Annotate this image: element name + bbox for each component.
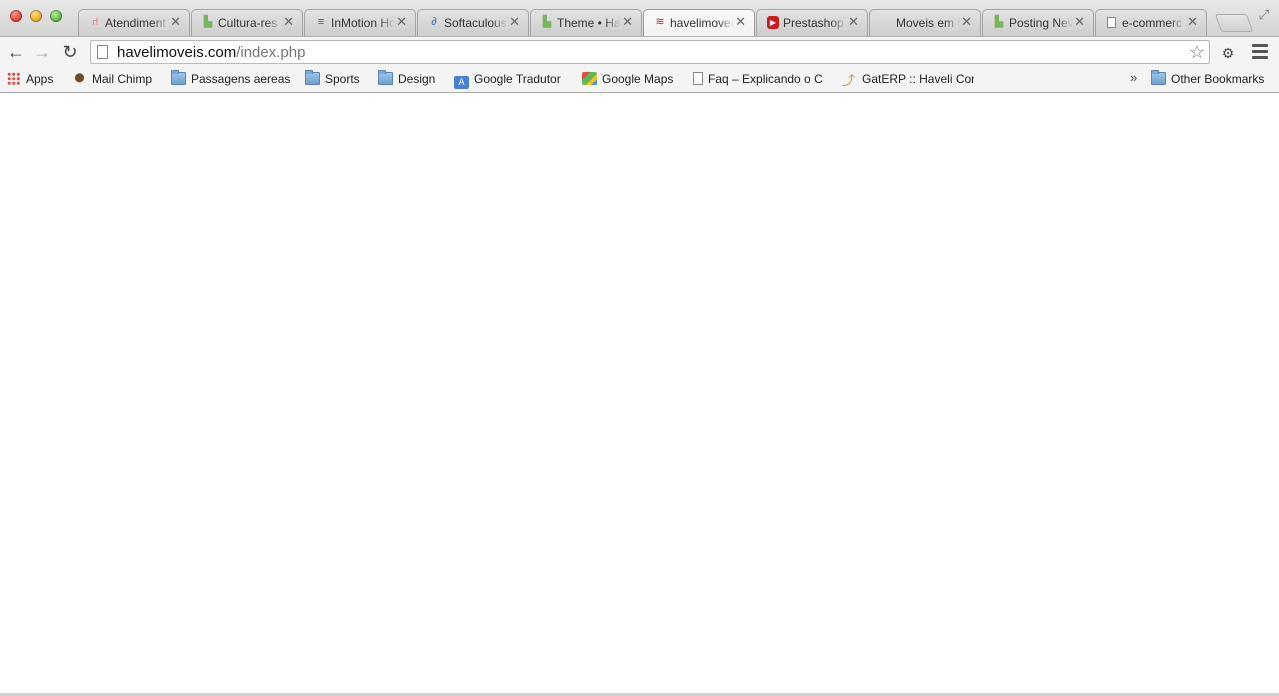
gaterp-icon: ⤴ [842,73,856,88]
haveli-icon: ≋ [655,16,665,28]
close-tab-icon[interactable]: ✕ [170,14,181,29]
tab-label: Moveis em I [896,16,960,30]
bookmark-apps[interactable]: Apps [7,71,53,89]
tab-theme[interactable]: ▙ Theme • Ha ✕ [530,9,642,36]
youtube-icon: ▶ [767,16,779,29]
tab-posting[interactable]: ▙ Posting Nev ✕ [982,9,1094,36]
bookmark-passagens[interactable]: Passagens aereas [171,70,291,89]
fullscreen-icon[interactable]: ⤢ [1259,7,1269,23]
mailchimp-icon [72,72,87,85]
zoom-window-button[interactable] [50,10,62,22]
bookmark-sports[interactable]: Sports [305,70,360,89]
back-arrow-icon[interactable]: ← [6,42,26,62]
tab-prestashop[interactable]: ▶ Prestashop ✕ [756,9,868,36]
close-tab-icon[interactable]: ✕ [1074,14,1085,29]
bookmark-label: Faq – Explicando o C [708,72,823,86]
other-bookmarks[interactable]: Other Bookmarks [1151,70,1265,89]
bookmark-google-tradutor[interactable]: A Google Tradutor [454,71,561,89]
page-icon [1107,17,1116,28]
tab-label: e-commerc [1122,16,1186,30]
tab-label: Atendiment [105,16,169,30]
bookmark-faq[interactable]: Faq – Explicando o C [693,71,823,89]
softaculous-icon: ∂ [431,16,437,28]
tab-label: Theme • Ha [557,16,621,30]
minimize-window-button[interactable] [30,10,42,22]
new-tab-button[interactable] [1214,14,1254,32]
bookmark-gaterp[interactable]: ⤴ GatERP :: Haveli Con [842,71,974,89]
tab-label: Cultura-res [218,16,282,30]
tab-cultura[interactable]: ▙ Cultura-res ✕ [191,9,303,36]
shopify-bag-icon: ▙ [203,16,213,28]
bookmark-label: Google Tradutor [474,72,561,86]
title-bar: ⑁ Atendiment ✕ ▙ Cultura-res ✕ ≡ InMotio… [0,0,1279,36]
tab-inmotion[interactable]: ≡ InMotion Ho ✕ [304,9,416,36]
inmotion-icon: ≡ [317,16,325,28]
bookmark-google-maps[interactable]: Google Maps [582,71,673,89]
close-tab-icon[interactable]: ✕ [961,14,972,29]
extension-icon[interactable]: ⚙ [1219,45,1237,61]
tab-strip: ⑁ Atendiment ✕ ▙ Cultura-res ✕ ≡ InMotio… [78,9,1248,36]
tab-softaculous[interactable]: ∂ Softaculous ✕ [417,9,529,36]
shopify-bag-icon: ▙ [994,16,1004,28]
close-tab-icon[interactable]: ✕ [509,14,520,29]
close-tab-icon[interactable]: ✕ [1187,14,1198,29]
bookmarks-bar: Apps Mail Chimp Passagens aereas Sports … [0,67,1279,93]
browser-toolbar: ← → ↻ havelimoveis.com/index.php ☆ ⚙ [0,36,1279,68]
maps-icon [582,72,597,85]
close-tab-icon[interactable]: ✕ [622,14,633,29]
tab-havelimoveis[interactable]: ≋ havelimovei ✕ [643,9,755,36]
tab-moveis[interactable]: Moveis em I ✕ [869,9,981,36]
bookmark-label: Apps [26,72,54,86]
bookmarks-overflow-chevron-icon[interactable]: » [1130,70,1137,85]
tab-label: Prestashop [783,16,847,30]
tab-label: Softaculous [444,16,507,30]
folder-icon [1151,70,1166,85]
bookmark-label: Sports [325,72,360,86]
bookmark-label: Google Maps [602,72,674,86]
bookmark-star-icon[interactable]: ☆ [1189,42,1205,63]
reload-icon[interactable]: ↻ [60,42,80,62]
folder-icon [378,70,393,85]
tab-label: havelimovei [670,16,734,30]
chrome-menu-icon[interactable] [1252,44,1268,60]
close-tab-icon[interactable]: ✕ [735,14,746,29]
folder-icon [305,70,320,85]
translate-icon: A [454,76,469,89]
tab-atendimento[interactable]: ⑁ Atendiment ✕ [78,9,190,36]
folder-icon [171,70,186,85]
tab-ecommerce[interactable]: e-commerc ✕ [1095,9,1207,36]
bookmark-label: GatERP :: Haveli Con [862,72,974,86]
apps-grid-icon [7,72,20,85]
close-window-button[interactable] [10,10,22,22]
page-content [0,93,1279,694]
bookmark-label: Design [398,72,436,86]
chair-icon: ⑁ [91,16,99,28]
bookmark-label: Mail Chimp [92,72,153,86]
bookmark-mailchimp[interactable]: Mail Chimp [72,71,152,89]
bookmark-label: Passagens aereas [191,72,291,86]
close-tab-icon[interactable]: ✕ [396,14,407,29]
url-domain: havelimoveis.com [117,44,237,61]
close-tab-icon[interactable]: ✕ [848,14,859,29]
bookmark-label: Other Bookmarks [1171,72,1265,86]
tab-label: InMotion Ho [331,16,395,30]
page-icon [97,45,108,59]
shopify-bag-icon: ▙ [542,16,552,28]
address-bar[interactable]: havelimoveis.com/index.php ☆ [90,40,1210,64]
forward-arrow-icon[interactable]: → [32,42,52,62]
blank-icon [880,16,892,29]
tab-label: Posting Nev [1009,16,1073,30]
url-path: /index.php [236,44,306,61]
bookmark-design[interactable]: Design [378,70,436,89]
url-text[interactable]: havelimoveis.com/index.php [117,44,305,61]
close-tab-icon[interactable]: ✕ [283,14,294,29]
page-icon [693,72,703,85]
